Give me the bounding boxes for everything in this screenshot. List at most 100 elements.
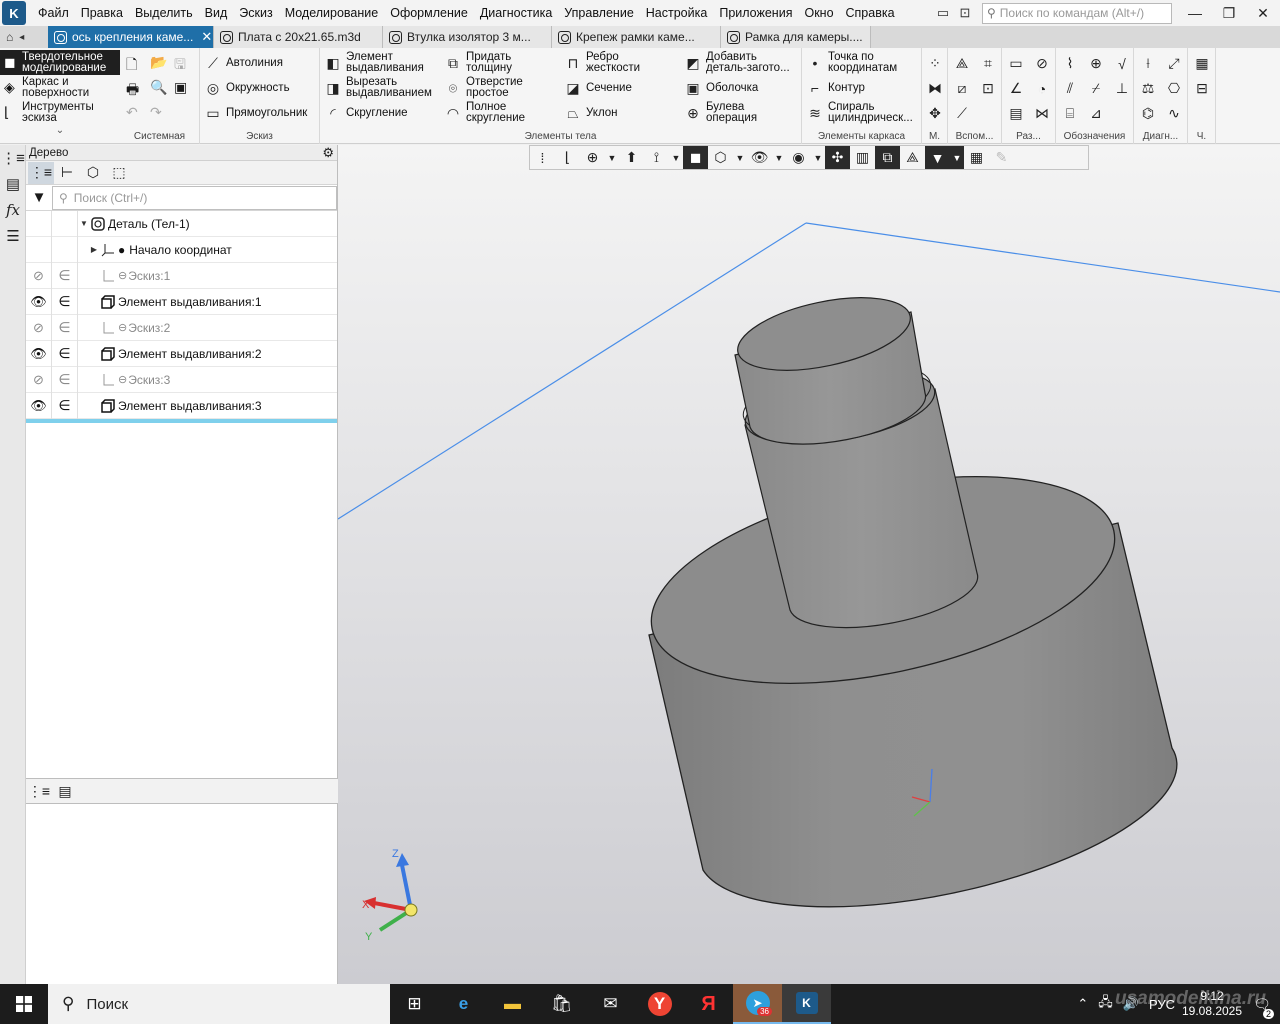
- thread-icon[interactable]: ⫽: [1057, 76, 1083, 101]
- curvature-icon[interactable]: ∿: [1161, 101, 1187, 126]
- expand-modes-chevron-icon[interactable]: ⌄: [0, 125, 120, 136]
- tree-item-sketch[interactable]: ⊘ ∈ ⊖ Эскиз:1: [26, 262, 337, 289]
- section-view-icon[interactable]: ◉: [786, 146, 811, 169]
- mode-solid-modeling[interactable]: ◼ Твердотельное моделирование: [0, 50, 120, 75]
- properties-panel-icon[interactable]: ▤: [0, 171, 26, 197]
- circle-button[interactable]: ◎ Окружность: [204, 76, 290, 100]
- file-explorer-icon[interactable]: ▬: [488, 984, 537, 1024]
- check-icon[interactable]: ⎔: [1161, 76, 1187, 101]
- measure-icon[interactable]: ⟊: [1135, 51, 1161, 76]
- tab-document-1[interactable]: ось крепления каме... ✕: [48, 26, 214, 48]
- window-settings-icon[interactable]: ⊡: [954, 3, 976, 23]
- table-view-icon[interactable]: ▦: [964, 146, 989, 169]
- components-view-icon[interactable]: ⧉: [875, 146, 900, 169]
- tree-search-input[interactable]: ⚲ Поиск (Ctrl+/): [52, 185, 337, 210]
- telegram-icon[interactable]: ➤ 36: [733, 984, 782, 1024]
- hidden-eye-icon[interactable]: ⊘: [26, 262, 52, 289]
- command-search-input[interactable]: ⚲ Поиск по командам (Alt+/): [982, 2, 1172, 24]
- eye-icon[interactable]: 👁: [26, 288, 52, 315]
- dimension-icon[interactable]: ▭: [1003, 51, 1029, 76]
- diameter-icon[interactable]: ⊘: [1029, 51, 1055, 76]
- print-icon[interactable]: 🖶: [126, 79, 150, 104]
- menu-item[interactable]: Файл: [32, 0, 75, 26]
- pan-axes-icon[interactable]: ⟟: [644, 146, 669, 169]
- angle-icon[interactable]: ∠: [1003, 76, 1029, 101]
- edge-browser-icon[interactable]: e: [439, 984, 488, 1024]
- close-window-button[interactable]: ✕: [1246, 0, 1280, 26]
- ref-point-icon[interactable]: ⊡: [975, 76, 1001, 101]
- base-icon[interactable]: ⊕: [1083, 51, 1109, 76]
- view-orientation-icon[interactable]: ⌊: [555, 146, 580, 169]
- shaded-view-icon[interactable]: ◼: [683, 146, 708, 169]
- mark-icon[interactable]: ⊥: [1109, 76, 1135, 101]
- wireframe-view-icon[interactable]: ⬡: [708, 146, 733, 169]
- tree-item-sketch[interactable]: ⊘ ∈ ⊖ Эскиз:2: [26, 314, 337, 341]
- materials-icon[interactable]: ⟁: [900, 146, 925, 169]
- note-icon[interactable]: ⌸: [1057, 101, 1083, 126]
- variables-fx-icon[interactable]: fx: [0, 197, 26, 223]
- hidden-eye-icon[interactable]: ⊘: [26, 366, 52, 393]
- tab-document-3[interactable]: Втулка изолятор 3 м...: [383, 26, 552, 48]
- tree-view-tab-icon[interactable]: ⋮≡: [26, 779, 52, 803]
- weld-icon[interactable]: ⌿: [1083, 76, 1109, 101]
- element-state-icon[interactable]: ∈: [52, 366, 78, 393]
- fillet-button[interactable]: ◜ Скругление: [324, 101, 407, 125]
- menu-item[interactable]: Диагностика: [474, 0, 558, 26]
- open-folder-icon[interactable]: 📂: [150, 54, 174, 79]
- element-state-icon[interactable]: ∈: [52, 314, 78, 341]
- element-state-icon[interactable]: ∈: [52, 288, 78, 315]
- eye-icon[interactable]: 👁: [26, 392, 52, 419]
- 3d-viewport[interactable]: Z X Y ⁞ ⌊ ⊕ ▼ ⬆ ⟟ ▼ ◼ ⬡ ▼ 👁 ▼ ◉ ▼ ✣ ▥ ⧉ …: [338, 145, 1280, 984]
- menu-item[interactable]: Справка: [840, 0, 901, 26]
- rectangle-button[interactable]: ▭ Прямоугольник: [204, 101, 307, 125]
- preview-icon[interactable]: 🔍: [150, 79, 174, 104]
- rib-button[interactable]: ⊓ Ребро жесткости: [564, 51, 641, 75]
- menu-item[interactable]: Настройка: [640, 0, 714, 26]
- shell-button[interactable]: ▣ Оболочка: [684, 76, 758, 100]
- interference-icon[interactable]: ⌬: [1135, 101, 1161, 126]
- yandex-browser-icon[interactable]: Y: [635, 984, 684, 1024]
- helix-button[interactable]: ≋ Спираль цилиндрическ...: [806, 101, 913, 125]
- kompas-taskbar-icon[interactable]: K: [782, 984, 831, 1024]
- taskbar-search-box[interactable]: ⚲ Поиск: [48, 984, 390, 1024]
- store-icon[interactable]: 🛍: [537, 984, 586, 1024]
- grid-dots-icon[interactable]: ⁞: [530, 146, 555, 169]
- display-dropdown-icon[interactable]: ▼: [733, 146, 747, 169]
- tree-origin-row[interactable]: ▶ ● Начало координат: [26, 236, 337, 263]
- close-tab-icon[interactable]: ✕: [201, 29, 212, 45]
- position-icon[interactable]: ⊿: [1083, 101, 1109, 126]
- hide-dropdown-icon[interactable]: ▼: [772, 146, 786, 169]
- tree-components-icon[interactable]: ⬡: [80, 162, 106, 184]
- start-button[interactable]: [0, 984, 48, 1024]
- pen-icon[interactable]: ✎: [989, 146, 1014, 169]
- thicken-button[interactable]: ⧉ Придать толщину: [444, 51, 512, 75]
- filter-dropdown-icon[interactable]: ▼: [950, 146, 964, 169]
- simple-hole-button[interactable]: ⌾ Отверстие простое: [444, 76, 523, 100]
- offset-plane-icon[interactable]: ⧄: [949, 76, 975, 101]
- tab-document-4[interactable]: Крепеж рамки каме...: [552, 26, 721, 48]
- menu-item[interactable]: Вид: [199, 0, 234, 26]
- tree-item-extrude[interactable]: 👁 ∈ Элемент выдавливания:2: [26, 340, 337, 367]
- mode-sketch-tools[interactable]: ⌊ Инструменты эскиза: [0, 100, 120, 125]
- menu-item[interactable]: Моделирование: [279, 0, 385, 26]
- mass-icon[interactable]: ⚖: [1135, 76, 1161, 101]
- tree-item-extrude[interactable]: 👁 ∈ Элемент выдавливания:3: [26, 392, 337, 419]
- line-icon[interactable]: ⟋: [949, 101, 975, 126]
- plane-icon[interactable]: ⟁: [949, 51, 975, 76]
- filter-icon[interactable]: ▼: [925, 146, 950, 169]
- autoline-button[interactable]: ⟋ Автолиния: [204, 51, 283, 75]
- home-tab[interactable]: ⌂ ◂: [0, 26, 48, 48]
- zoom-icon[interactable]: ⊕: [580, 146, 605, 169]
- menu-item[interactable]: Правка: [75, 0, 129, 26]
- tray-chevron-up-icon[interactable]: ⌃: [1077, 996, 1088, 1012]
- tree-panel-icon[interactable]: ⋮≡: [0, 145, 26, 171]
- element-state-icon[interactable]: ∈: [52, 392, 78, 419]
- snap-icon[interactable]: ✣: [825, 146, 850, 169]
- section-dropdown-icon[interactable]: ▼: [811, 146, 825, 169]
- mode-frame-surfaces[interactable]: ◈ Каркас и поверхности: [0, 75, 120, 100]
- layers-panel-icon[interactable]: ☰: [0, 223, 26, 249]
- restore-button[interactable]: ❐: [1212, 0, 1246, 26]
- menu-item[interactable]: Эскиз: [233, 0, 278, 26]
- tree-hierarchy-icon[interactable]: ⊢: [54, 162, 80, 184]
- mirror-icon[interactable]: ⧓: [922, 76, 948, 101]
